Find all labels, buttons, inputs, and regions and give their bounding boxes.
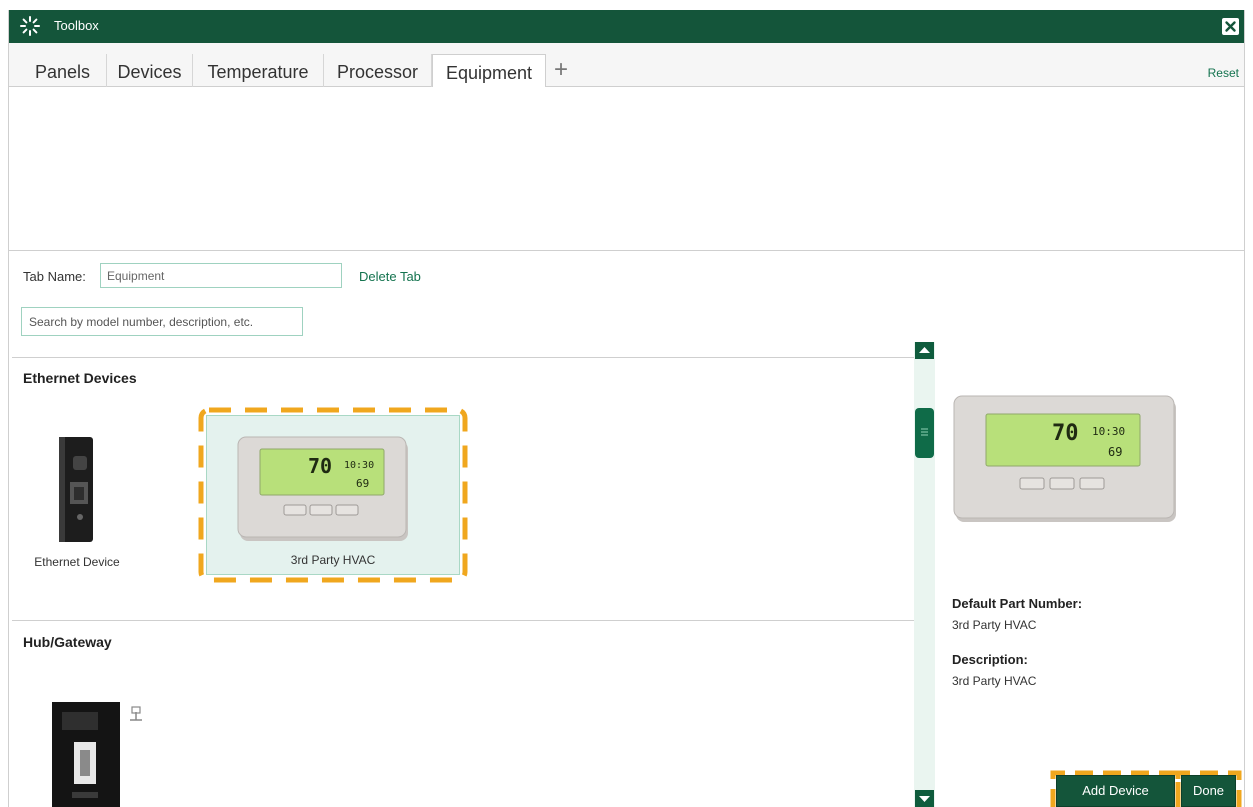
thermostat-icon: 70 10:30 69 [237, 436, 408, 541]
scroll-up-button[interactable] [915, 342, 934, 359]
preview-setpoint: 69 [1108, 445, 1122, 459]
device-label-ethernet: Ethernet Device [34, 555, 120, 569]
reset-link[interactable]: Reset [1208, 66, 1239, 80]
title-bar[interactable]: Toolbox [9, 10, 1244, 43]
add-device-button[interactable]: Add Device [1056, 775, 1175, 807]
tab-name-label: Tab Name: [23, 269, 86, 284]
done-button[interactable]: Done [1181, 775, 1236, 807]
description-label: Description: [952, 652, 1028, 667]
triangle-down-icon [919, 796, 930, 802]
add-tab-icon[interactable]: + [554, 57, 568, 83]
tab-name-input[interactable] [100, 263, 342, 288]
close-button[interactable] [1222, 18, 1239, 35]
tab-temperature[interactable]: Temperature [193, 54, 324, 87]
part-number-value: 3rd Party HVAC [952, 618, 1037, 632]
scroll-thumb[interactable] [915, 408, 934, 458]
device-details-panel: 70 10:30 69 Default Part Number: 3rd Par… [935, 342, 1244, 807]
device-preview-image: 70 10:30 69 [953, 395, 1176, 522]
tab-bar: Panels Devices Temperature Processor Equ… [9, 43, 1244, 88]
tab-processor[interactable]: Processor [324, 54, 432, 87]
scroll-down-button[interactable] [915, 790, 934, 807]
device-item-3rd-party-hvac[interactable]: 70 10:30 69 3rd Party HVAC [198, 407, 468, 583]
section-title-hub-gateway: Hub/Gateway [23, 634, 112, 650]
part-number-label: Default Part Number: [952, 596, 1083, 611]
tab-panels[interactable]: Panels [19, 54, 107, 87]
thermostat-time: 10:30 [344, 460, 374, 471]
thermostat-setpoint: 69 [356, 477, 369, 490]
tab-equipment[interactable]: Equipment [432, 54, 546, 88]
grip-icon [921, 428, 928, 436]
section-divider [12, 357, 914, 358]
hub-gateway-icon [52, 702, 142, 807]
thermostat-temperature: 70 [308, 454, 332, 478]
device-list-scrollbar[interactable] [914, 342, 935, 807]
ethernet-device-icon [59, 437, 93, 542]
device-list: Ethernet Devices Ethernet Device 70 10:3… [12, 342, 914, 807]
tab-devices[interactable]: Devices [107, 54, 193, 87]
tab-content-area[interactable] [9, 87, 1244, 251]
window-title: Toolbox [54, 18, 99, 33]
close-icon [1223, 19, 1238, 34]
toolbox-window: Toolbox Panels Devices Temperature Proce… [8, 10, 1245, 807]
section-divider [12, 620, 914, 621]
delete-tab-link[interactable]: Delete Tab [359, 269, 421, 284]
section-title-ethernet-devices: Ethernet Devices [23, 370, 137, 386]
app-logo-icon [20, 16, 40, 36]
preview-time: 10:30 [1092, 425, 1125, 438]
triangle-up-icon [919, 347, 930, 353]
search-input[interactable] [21, 307, 303, 336]
device-item-ethernet[interactable]: Ethernet Device [32, 432, 132, 602]
preview-temperature: 70 [1052, 421, 1079, 446]
description-value: 3rd Party HVAC [952, 674, 1037, 688]
device-item-hub-gateway[interactable] [50, 702, 160, 807]
device-label-3rd-party-hvac: 3rd Party HVAC [290, 553, 376, 567]
